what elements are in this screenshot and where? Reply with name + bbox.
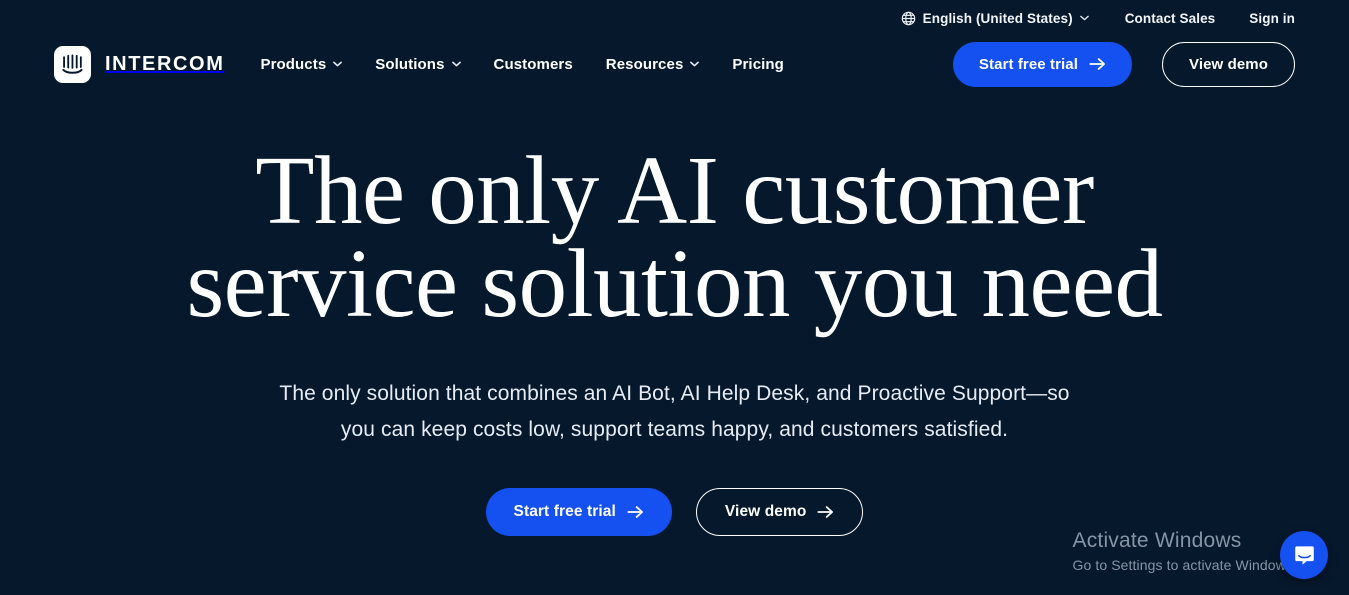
hero-section: The only AI customer service solution yo… [0, 92, 1349, 595]
nav-item-label: Resources [605, 55, 684, 73]
hero-actions: Start free trial View demo [485, 488, 864, 537]
hero-title-line-1: The only AI customer [255, 137, 1094, 244]
intercom-logo-icon [54, 45, 91, 83]
nav-actions: Start free trial View demo [952, 41, 1295, 87]
nav-item-label: Products [260, 55, 327, 73]
arrow-right-icon [817, 505, 834, 519]
button-label: Start free trial [978, 55, 1079, 73]
brand-home-link[interactable]: INTERCOM [54, 45, 225, 83]
chevron-down-icon [333, 61, 343, 67]
nav-item-label: Solutions [375, 55, 445, 73]
chat-launcher-button[interactable] [1280, 531, 1328, 579]
sign-in-link[interactable]: Sign in [1249, 11, 1295, 26]
nav-item-products[interactable]: Products [260, 48, 343, 81]
main-navigation: INTERCOM Products Solutions Customers Re… [0, 36, 1349, 92]
nav-item-resources[interactable]: Resources [606, 48, 700, 81]
button-label: Start free trial [513, 503, 616, 521]
hero-subtitle: The only solution that combines an AI Bo… [279, 382, 1070, 442]
chevron-down-icon [690, 61, 700, 67]
button-label: View demo [724, 503, 807, 521]
chevron-down-icon [1079, 15, 1089, 21]
intercom-chat-icon [1292, 543, 1317, 568]
intercom-landing-page: English (United States) Contact Sales Si… [0, 0, 1349, 595]
nav-item-pricing[interactable]: Pricing [732, 48, 784, 81]
header-start-free-trial-button[interactable]: Start free trial [952, 41, 1133, 87]
nav-item-label: Customers [493, 55, 573, 73]
chevron-down-icon [451, 61, 461, 67]
nav-links: Products Solutions Customers Resources P… [260, 48, 783, 81]
page-title: The only AI customer service solution yo… [186, 142, 1163, 332]
nav-item-customers[interactable]: Customers [494, 48, 573, 81]
hero-title-line-2: service solution you need [186, 230, 1163, 338]
arrow-right-icon [627, 505, 644, 519]
nav-item-solutions[interactable]: Solutions [375, 48, 461, 81]
button-label: View demo [1189, 55, 1268, 73]
contact-sales-link[interactable]: Contact Sales [1125, 11, 1216, 26]
globe-icon [901, 11, 916, 26]
arrow-right-icon [1089, 57, 1106, 71]
nav-item-label: Pricing [732, 55, 784, 73]
brand-name: INTERCOM [105, 52, 225, 75]
hero-start-free-trial-button[interactable]: Start free trial [485, 488, 672, 537]
language-selector[interactable]: English (United States) [901, 11, 1089, 26]
header-view-demo-button[interactable]: View demo [1162, 41, 1295, 87]
utility-bar: English (United States) Contact Sales Si… [0, 0, 1349, 36]
language-label: English (United States) [922, 10, 1073, 26]
hero-view-demo-button[interactable]: View demo [695, 488, 864, 537]
